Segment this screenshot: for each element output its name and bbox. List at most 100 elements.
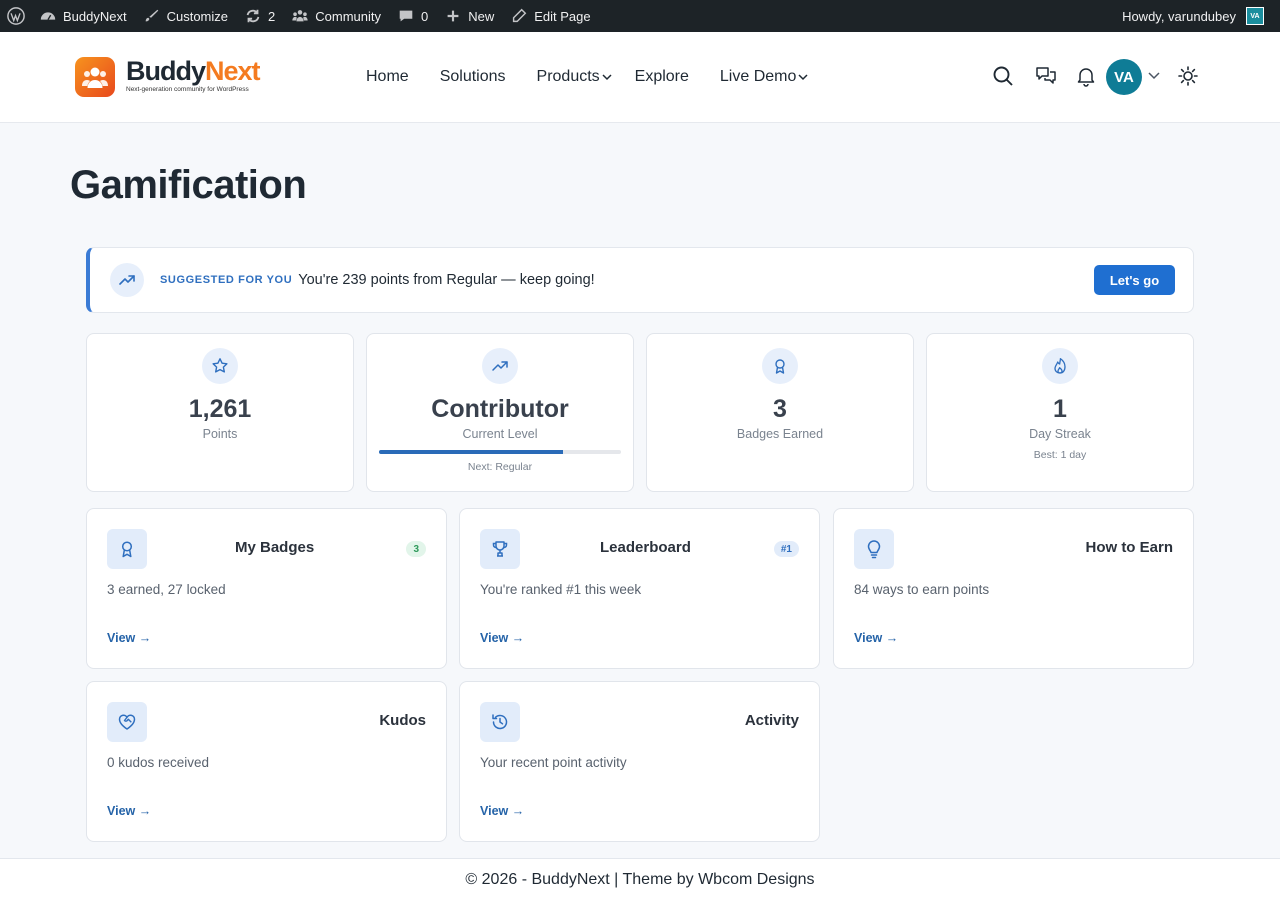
community-icon: [292, 10, 308, 22]
admin-new[interactable]: New: [436, 0, 502, 32]
footer-text: © 2026 - BuddyNext | Theme by Wbcom Desi…: [465, 870, 815, 888]
card-description: 3 earned, 27 locked: [107, 582, 226, 597]
trending-up-icon: [482, 348, 518, 384]
view-link[interactable]: View →: [480, 804, 524, 818]
suggestion-text: You're 239 points from Regular — keep go…: [298, 272, 595, 288]
sun-icon[interactable]: [1177, 65, 1199, 87]
plus-icon: [447, 10, 459, 22]
level-progress-bar: [379, 450, 621, 454]
view-link[interactable]: View →: [480, 631, 524, 645]
flame-icon: [1042, 348, 1078, 384]
view-link[interactable]: View →: [854, 631, 898, 645]
admin-site-name-label: BuddyNext: [63, 8, 127, 24]
admin-community[interactable]: Community: [283, 0, 389, 32]
admin-updates[interactable]: 2: [236, 0, 283, 32]
nav-item-explore[interactable]: Explore: [635, 68, 689, 86]
user-avatar[interactable]: VA: [1106, 59, 1142, 95]
card-leaderboard[interactable]: Leaderboard #1 You're ranked #1 this wee…: [459, 508, 820, 669]
suggestion-banner: SUGGESTED FOR YOU You're 239 points from…: [86, 247, 1194, 313]
admin-updates-count: 2: [268, 8, 276, 24]
award-icon: [762, 348, 798, 384]
lets-go-button[interactable]: Let's go: [1094, 265, 1175, 295]
streak-best: Best: 1 day: [1033, 449, 1087, 461]
card-description: 84 ways to earn points: [854, 582, 990, 597]
stat-card-streak: 1 Day Streak Best: 1 day: [926, 333, 1194, 492]
chevron-down-icon[interactable]: [1147, 68, 1161, 82]
admin-account[interactable]: Howdy, varundubey VA: [1114, 0, 1280, 32]
trophy-icon: [480, 529, 520, 569]
star-icon: [202, 348, 238, 384]
bell-icon[interactable]: [1075, 65, 1097, 87]
stat-card-level: Contributor Current Level Next: Regular: [366, 333, 634, 492]
updates-icon: [246, 9, 260, 23]
admin-edit-page[interactable]: Edit Page: [502, 0, 598, 32]
suggestion-label: SUGGESTED FOR YOU: [160, 274, 293, 286]
nav-explore-label: Explore: [634, 68, 689, 85]
nav-home-label: Home: [366, 68, 409, 85]
comment-icon: [399, 10, 413, 22]
wordpress-logo-icon[interactable]: [0, 0, 31, 32]
level-value: Contributor: [431, 395, 569, 423]
card-title: Leaderboard: [600, 539, 691, 556]
card-kudos[interactable]: Kudos 0 kudos received View →: [86, 681, 447, 842]
site-logo[interactable]: BuddyNext Next-generation community for …: [75, 56, 261, 97]
card-description: You're ranked #1 this week: [480, 582, 642, 597]
view-link[interactable]: View →: [107, 804, 151, 818]
admin-avatar: VA: [1246, 7, 1264, 25]
streak-value: 1: [1053, 395, 1067, 423]
card-description: 0 kudos received: [107, 755, 210, 770]
view-link[interactable]: View →: [107, 631, 151, 645]
logo-wordmark-part1: Buddy: [126, 56, 206, 86]
nav-solutions-label: Solutions: [439, 68, 506, 85]
admin-comments[interactable]: 0: [389, 0, 436, 32]
count-badge: 3: [406, 541, 426, 557]
messages-icon[interactable]: [1035, 65, 1057, 87]
admin-site-name[interactable]: BuddyNext: [31, 0, 135, 32]
search-icon[interactable]: [992, 65, 1014, 87]
site-header: BuddyNext Next-generation community for …: [0, 32, 1280, 123]
history-icon: [480, 702, 520, 742]
nav-item-solutions[interactable]: Solutions: [440, 68, 506, 86]
points-value: 1,261: [188, 395, 252, 423]
brush-icon: [145, 9, 158, 22]
dashboard-icon: [40, 12, 56, 20]
nav-item-home[interactable]: Home: [366, 68, 409, 86]
rank-badge: #1: [773, 541, 799, 557]
logo-people-icon: [75, 57, 115, 97]
card-how-to-earn[interactable]: How to Earn 84 ways to earn points View …: [833, 508, 1194, 669]
nav-item-live-demo[interactable]: Live Demo: [720, 68, 809, 86]
admin-new-label: New: [468, 8, 495, 24]
logo-wordmark-part2: Next: [205, 56, 261, 86]
level-progress-fill: [379, 450, 563, 454]
badges-earned-value: 3: [773, 395, 787, 423]
admin-customize[interactable]: Customize: [135, 0, 236, 32]
award-icon: [107, 529, 147, 569]
admin-comments-count: 0: [421, 8, 429, 24]
stat-card-points: 1,261 Points: [86, 333, 354, 492]
chevron-down-icon: [798, 74, 808, 81]
card-activity[interactable]: Activity Your recent point activity View…: [459, 681, 820, 842]
card-title: Kudos: [379, 712, 426, 729]
heart-handshake-icon: [107, 702, 147, 742]
admin-edit-page-label: Edit Page: [534, 8, 591, 24]
admin-customize-label: Customize: [166, 8, 229, 24]
level-next: Next: Regular: [467, 461, 533, 473]
nav-item-products[interactable]: Products: [537, 68, 613, 86]
card-title: My Badges: [235, 539, 315, 556]
trending-up-icon: [110, 263, 144, 297]
logo-wordmark: BuddyNext: [126, 56, 261, 86]
card-my-badges[interactable]: My Badges 3 3 earned, 27 locked View →: [86, 508, 447, 669]
card-title: How to Earn: [1085, 539, 1173, 556]
chevron-down-icon: [602, 74, 612, 81]
admin-community-label: Community: [315, 8, 381, 24]
nav-live-demo-label: Live Demo: [719, 68, 797, 85]
card-description: Your recent point activity: [480, 755, 627, 770]
lightbulb-icon: [854, 529, 894, 569]
nav-products-label: Products: [536, 68, 600, 85]
streak-label: Day Streak: [1029, 427, 1091, 441]
card-title: Activity: [744, 712, 799, 729]
site-footer: © 2026 - BuddyNext | Theme by Wbcom Desi…: [0, 858, 1280, 900]
badges-earned-label: Badges Earned: [736, 427, 824, 441]
admin-howdy: Howdy, varundubey: [1122, 8, 1236, 24]
pencil-icon: [513, 8, 527, 23]
